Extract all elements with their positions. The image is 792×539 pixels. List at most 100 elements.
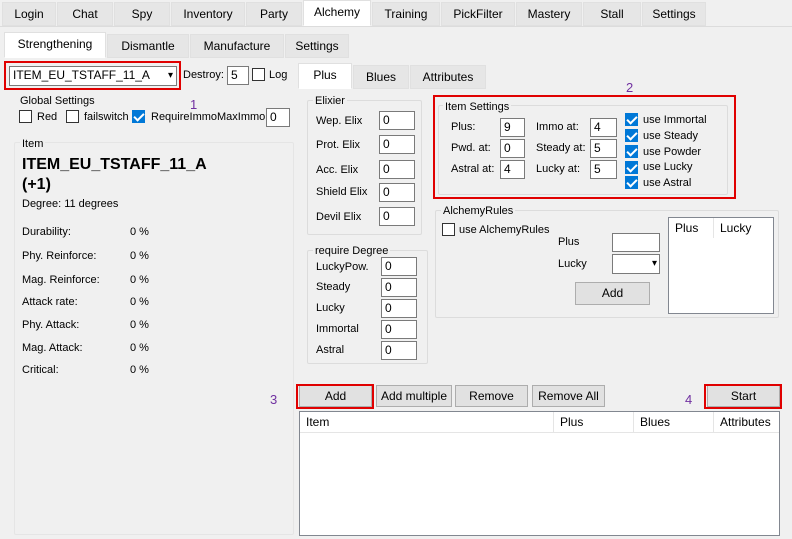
highlight-item-select bbox=[4, 61, 181, 90]
destroy-label: Destroy: bbox=[183, 69, 224, 81]
tab-inventory[interactable]: Inventory bbox=[171, 2, 245, 26]
rules-plus-input[interactable] bbox=[612, 233, 660, 252]
add-multiple-button[interactable]: Add multiple bbox=[376, 385, 452, 407]
log-checkbox[interactable] bbox=[252, 68, 265, 81]
require-degree-title: require Degree bbox=[313, 245, 391, 257]
devil-elix-input[interactable]: 0 bbox=[379, 207, 415, 226]
elix-label: Acc. Elix bbox=[316, 164, 359, 176]
degree-label: Lucky bbox=[316, 302, 345, 314]
destroy-input[interactable]: 5 bbox=[227, 66, 249, 85]
wep-elix-input[interactable]: 0 bbox=[379, 111, 415, 130]
stat-label: Phy. Reinforce: bbox=[22, 250, 97, 262]
annotation-2: 2 bbox=[626, 80, 634, 95]
stat-label: Critical: bbox=[22, 364, 59, 376]
remove-all-button[interactable]: Remove All bbox=[532, 385, 605, 407]
item-list[interactable]: Item Plus Blues Attributes bbox=[299, 411, 780, 536]
stat-label: Phy. Attack: bbox=[22, 319, 80, 331]
item-name-line2: (+1) bbox=[22, 176, 51, 193]
stat-value: 0 % bbox=[130, 274, 149, 286]
rules-add-button[interactable]: Add bbox=[575, 282, 650, 305]
item-name-line1: ITEM_EU_TSTAFF_11_A bbox=[22, 156, 207, 173]
highlight-add-button bbox=[296, 384, 374, 409]
highlight-start-button bbox=[704, 384, 782, 409]
red-checkbox[interactable] bbox=[19, 110, 32, 123]
stat-label: Durability: bbox=[22, 226, 71, 238]
list-col-attributes[interactable]: Attributes bbox=[714, 412, 779, 432]
stat-value: 0 % bbox=[130, 250, 149, 262]
tab-settings[interactable]: Settings bbox=[642, 2, 706, 26]
degree-label: Steady bbox=[316, 281, 351, 293]
rules-lucky-label: Lucky bbox=[558, 258, 587, 270]
failswitch-checkbox[interactable] bbox=[66, 110, 79, 123]
elix-label: Shield Elix bbox=[316, 186, 368, 198]
lucky-degree-input[interactable]: 0 bbox=[381, 299, 417, 318]
use-alchemy-rules-checkbox[interactable] bbox=[442, 223, 455, 236]
stat-label: Mag. Reinforce: bbox=[22, 274, 100, 286]
degree-label: Immortal bbox=[316, 323, 359, 335]
stat-value: 0 % bbox=[130, 226, 149, 238]
acc-elix-input[interactable]: 0 bbox=[379, 160, 415, 179]
annotation-4: 4 bbox=[685, 392, 693, 407]
tab-alchemy[interactable]: Alchemy bbox=[303, 0, 371, 26]
global-settings-title: Global Settings bbox=[20, 95, 95, 107]
elix-label: Prot. Elix bbox=[316, 139, 361, 151]
tab-blues[interactable]: Blues bbox=[353, 65, 409, 89]
astral-degree-input[interactable]: 0 bbox=[381, 341, 417, 360]
subtab-manufacture[interactable]: Manufacture bbox=[190, 34, 284, 58]
degree-label: LuckyPow. bbox=[316, 261, 369, 273]
luckypow-input[interactable]: 0 bbox=[381, 257, 417, 276]
log-label: Log bbox=[269, 69, 288, 81]
degree-label: Astral bbox=[316, 344, 345, 356]
failswitch-label: failswitch bbox=[84, 111, 129, 123]
list-header-divider bbox=[300, 432, 779, 433]
elix-label: Wep. Elix bbox=[316, 115, 363, 127]
annotation-3: 3 bbox=[270, 392, 278, 407]
main-tab-bar: Login Chat Spy Inventory Party Alchemy T… bbox=[0, 0, 792, 28]
shield-elix-input[interactable]: 0 bbox=[379, 183, 415, 202]
tab-pickfilter[interactable]: PickFilter bbox=[441, 2, 515, 26]
list-col-item[interactable]: Item bbox=[300, 412, 554, 432]
elix-label: Devil Elix bbox=[316, 211, 362, 223]
subtab-dismantle[interactable]: Dismantle bbox=[107, 34, 189, 58]
rules-col-plus[interactable]: Plus bbox=[669, 218, 714, 238]
item-name: ITEM_EU_TSTAFF_11_A (+1) bbox=[22, 155, 207, 195]
tab-stall[interactable]: Stall bbox=[583, 2, 641, 26]
tab-plus[interactable]: Plus bbox=[298, 63, 352, 89]
rules-table: Plus Lucky bbox=[668, 217, 774, 314]
steady-degree-input[interactable]: 0 bbox=[381, 278, 417, 297]
require-immo-checkbox[interactable] bbox=[132, 110, 145, 123]
subtab-settings[interactable]: Settings bbox=[285, 34, 349, 58]
max-immo-input[interactable]: 0 bbox=[266, 108, 290, 127]
rules-lucky-select[interactable]: ▾ bbox=[612, 254, 660, 274]
tab-spy[interactable]: Spy bbox=[114, 2, 170, 26]
tab-login[interactable]: Login bbox=[2, 2, 56, 26]
stat-value: 0 % bbox=[130, 364, 149, 376]
item-degree: Degree: 11 degrees bbox=[22, 198, 119, 210]
immortal-degree-input[interactable]: 0 bbox=[381, 320, 417, 339]
tab-attributes[interactable]: Attributes bbox=[410, 65, 486, 89]
annotation-1: 1 bbox=[190, 97, 198, 112]
subtab-strengthening[interactable]: Strengthening bbox=[4, 32, 106, 58]
stat-label: Attack rate: bbox=[22, 296, 78, 308]
elixier-title: Elixier bbox=[313, 95, 347, 107]
stat-value: 0 % bbox=[130, 342, 149, 354]
alchemy-rules-title: AlchemyRules bbox=[441, 205, 516, 217]
rules-col-lucky[interactable]: Lucky bbox=[714, 218, 774, 238]
highlight-item-settings bbox=[433, 95, 736, 199]
tab-training[interactable]: Training bbox=[372, 2, 440, 26]
rules-plus-label: Plus bbox=[558, 236, 580, 248]
tab-chat[interactable]: Chat bbox=[57, 2, 113, 26]
tab-content-border bbox=[0, 26, 792, 27]
list-col-plus[interactable]: Plus bbox=[554, 412, 634, 432]
require-immo-label: RequireImmo bbox=[151, 111, 218, 123]
stat-value: 0 % bbox=[130, 319, 149, 331]
red-label: Red bbox=[37, 111, 58, 123]
tab-mastery[interactable]: Mastery bbox=[516, 2, 582, 26]
list-col-blues[interactable]: Blues bbox=[634, 412, 714, 432]
max-immo-label: MaxImmo: bbox=[217, 111, 269, 123]
remove-button[interactable]: Remove bbox=[455, 385, 528, 407]
item-group-title: Item bbox=[20, 138, 46, 150]
tab-party[interactable]: Party bbox=[246, 2, 302, 26]
stat-label: Mag. Attack: bbox=[22, 342, 83, 354]
prot-elix-input[interactable]: 0 bbox=[379, 135, 415, 154]
